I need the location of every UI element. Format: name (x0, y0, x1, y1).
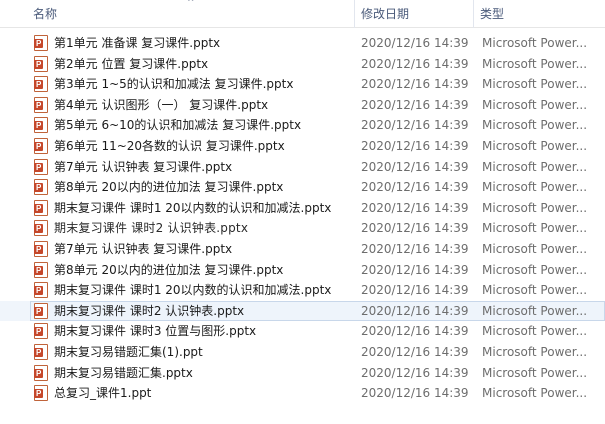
file-date-modified: 2020/12/16 14:39 (361, 283, 469, 298)
file-name[interactable]: 期末复习课件 课时2 认识钟表.pptx (54, 301, 352, 321)
file-type: Microsoft Power... (482, 386, 588, 401)
file-name[interactable]: 期末复习课件 课时2 认识钟表.pptx (54, 218, 352, 238)
powerpoint-file-icon (34, 343, 48, 360)
powerpoint-file-icon (34, 55, 48, 72)
column-header-date-modified[interactable]: 修改日期 (355, 0, 473, 28)
file-name[interactable]: 第1单元 准备课 复习课件.pptx (54, 33, 352, 53)
column-header-type[interactable]: 类型 (474, 0, 605, 28)
powerpoint-file-icon (34, 96, 48, 113)
file-name[interactable]: 第2单元 位置 复习课件.pptx (54, 54, 352, 74)
file-type: Microsoft Power... (482, 56, 588, 71)
powerpoint-file-icon (34, 261, 48, 278)
file-type: Microsoft Power... (482, 262, 588, 277)
file-type: Microsoft Power... (482, 200, 588, 215)
powerpoint-file-icon (34, 220, 48, 237)
file-date-modified: 2020/12/16 14:39 (361, 324, 469, 339)
file-row[interactable]: 第2单元 位置 复习课件.pptx 2020/12/16 14:39 Microso… (0, 54, 605, 75)
powerpoint-file-icon (34, 364, 48, 381)
file-type: Microsoft Power... (482, 138, 588, 153)
file-date-modified: 2020/12/16 14:39 (361, 36, 469, 50)
file-type: Microsoft Power... (482, 221, 588, 236)
file-type: Microsoft Power... (482, 36, 588, 50)
powerpoint-file-icon (34, 199, 48, 216)
powerpoint-file-icon (34, 179, 48, 196)
file-name[interactable]: 第7单元 认识钟表 复习课件.pptx (54, 157, 352, 177)
file-name[interactable]: 第6单元 11~20各数的认识 复习课件.pptx (54, 136, 352, 156)
file-name[interactable]: 第5单元 6~10的认识和加减法 复习课件.pptx (54, 115, 352, 135)
file-type: Microsoft Power... (482, 118, 588, 133)
file-name[interactable]: 第4单元 认识图形（一） 复习课件.pptx (54, 95, 352, 115)
file-date-modified: 2020/12/16 14:39 (361, 77, 469, 92)
file-date-modified: 2020/12/16 14:39 (361, 262, 469, 277)
file-date-modified: 2020/12/16 14:39 (361, 159, 469, 174)
file-date-modified: 2020/12/16 14:39 (361, 303, 469, 318)
file-row[interactable]: 第7单元 认识钟表 复习课件.pptx 2020/12/16 14:39 Micro… (0, 239, 605, 260)
file-type: Microsoft Power... (482, 180, 588, 195)
file-type: Microsoft Power... (482, 97, 588, 112)
file-name[interactable]: 总复习_课件1.ppt (54, 383, 352, 403)
file-type: Microsoft Power... (482, 283, 588, 298)
file-row[interactable]: 第8单元 20以内的进位加法 复习课件.pptx 2020/12/16 14:39… (0, 260, 605, 281)
file-row[interactable]: 第4单元 认识图形（一） 复习课件.pptx 2020/12/16 14:39 Mi… (0, 95, 605, 116)
column-header-bar: ^ 名称 修改日期 类型 (0, 0, 605, 28)
file-date-modified: 2020/12/16 14:39 (361, 365, 469, 380)
file-date-modified: 2020/12/16 14:39 (361, 241, 469, 256)
file-type: Microsoft Power... (482, 365, 588, 380)
file-date-modified: 2020/12/16 14:39 (361, 221, 469, 236)
file-date-modified: 2020/12/16 14:39 (361, 344, 469, 359)
file-list: 第1单元 准备课 复习课件.pptx 2020/12/16 14:39 Micros… (0, 33, 605, 404)
file-type: Microsoft Power... (482, 303, 588, 318)
file-row[interactable]: 总复习_课件1.ppt 2020/12/16 14:39 Microsoft Pow… (0, 383, 605, 404)
file-date-modified: 2020/12/16 14:39 (361, 56, 469, 71)
file-type: Microsoft Power... (482, 344, 588, 359)
file-row[interactable]: 第5单元 6~10的认识和加减法 复习课件.pptx 2020/12/16 14:… (0, 115, 605, 136)
file-row[interactable]: 期末复习课件 课时1 20以内数的认识和加减法.pptx 2020/12/16 1… (0, 280, 605, 301)
powerpoint-file-icon (34, 323, 48, 340)
file-date-modified: 2020/12/16 14:39 (361, 97, 469, 112)
file-name[interactable]: 期末复习课件 课时1 20以内数的认识和加减法.pptx (54, 280, 352, 300)
file-type: Microsoft Power... (482, 241, 588, 256)
powerpoint-file-icon (34, 302, 48, 319)
powerpoint-file-icon (34, 282, 48, 299)
file-row[interactable]: 第1单元 准备课 复习课件.pptx 2020/12/16 14:39 Micros… (0, 33, 605, 54)
powerpoint-file-icon (34, 240, 48, 257)
file-name[interactable]: 期末复习易错题汇集.pptx (54, 363, 352, 383)
file-date-modified: 2020/12/16 14:39 (361, 180, 469, 195)
file-name[interactable]: 第8单元 20以内的进位加法 复习课件.pptx (54, 260, 352, 280)
file-name[interactable]: 第3单元 1~5的认识和加减法 复习课件.pptx (54, 74, 352, 94)
file-date-modified: 2020/12/16 14:39 (361, 118, 469, 133)
file-row[interactable]: 期末复习课件 课时2 认识钟表.pptx 2020/12/16 14:39 Micr… (0, 300, 605, 322)
file-row[interactable]: 第3单元 1~5的认识和加减法 复习课件.pptx 2020/12/16 14:3… (0, 74, 605, 95)
file-name[interactable]: 期末复习课件 课时1 20以内数的认识和加减法.pptx (54, 198, 352, 218)
powerpoint-file-icon (34, 76, 48, 93)
file-date-modified: 2020/12/16 14:39 (361, 138, 469, 153)
powerpoint-file-icon (34, 158, 48, 175)
file-row[interactable]: 第8单元 20以内的进位加法 复习课件.pptx 2020/12/16 14:39… (0, 177, 605, 198)
file-row[interactable]: 期末复习课件 课时1 20以内数的认识和加减法.pptx 2020/12/16 1… (0, 198, 605, 219)
powerpoint-file-icon (34, 117, 48, 134)
file-type: Microsoft Power... (482, 324, 588, 339)
file-name[interactable]: 第7单元 认识钟表 复习课件.pptx (54, 239, 352, 259)
file-name[interactable]: 期末复习易错题汇集(1).ppt (54, 342, 352, 362)
column-header-name[interactable]: 名称 (27, 0, 354, 28)
file-date-modified: 2020/12/16 14:39 (361, 386, 469, 401)
file-row[interactable]: 期末复习易错题汇集(1).ppt 2020/12/16 14:39 Microsof… (0, 342, 605, 363)
file-name[interactable]: 期末复习课件 课时3 位置与图形.pptx (54, 321, 352, 341)
file-row[interactable]: 第6单元 11~20各数的认识 复习课件.pptx 2020/12/16 14:3… (0, 136, 605, 157)
file-row[interactable]: 期末复习课件 课时3 位置与图形.pptx 2020/12/16 14:39 Mic… (0, 321, 605, 342)
file-type: Microsoft Power... (482, 159, 588, 174)
powerpoint-file-icon (34, 385, 48, 402)
file-type: Microsoft Power... (482, 77, 588, 92)
powerpoint-file-icon (34, 35, 48, 51)
file-date-modified: 2020/12/16 14:39 (361, 200, 469, 215)
file-row[interactable]: 期末复习课件 课时2 认识钟表.pptx 2020/12/16 14:39 Micr… (0, 218, 605, 239)
powerpoint-file-icon (34, 137, 48, 154)
file-row[interactable]: 第7单元 认识钟表 复习课件.pptx 2020/12/16 14:39 Micro… (0, 157, 605, 178)
file-row[interactable]: 期末复习易错题汇集.pptx 2020/12/16 14:39 Microsoft … (0, 363, 605, 384)
file-name[interactable]: 第8单元 20以内的进位加法 复习课件.pptx (54, 177, 352, 197)
